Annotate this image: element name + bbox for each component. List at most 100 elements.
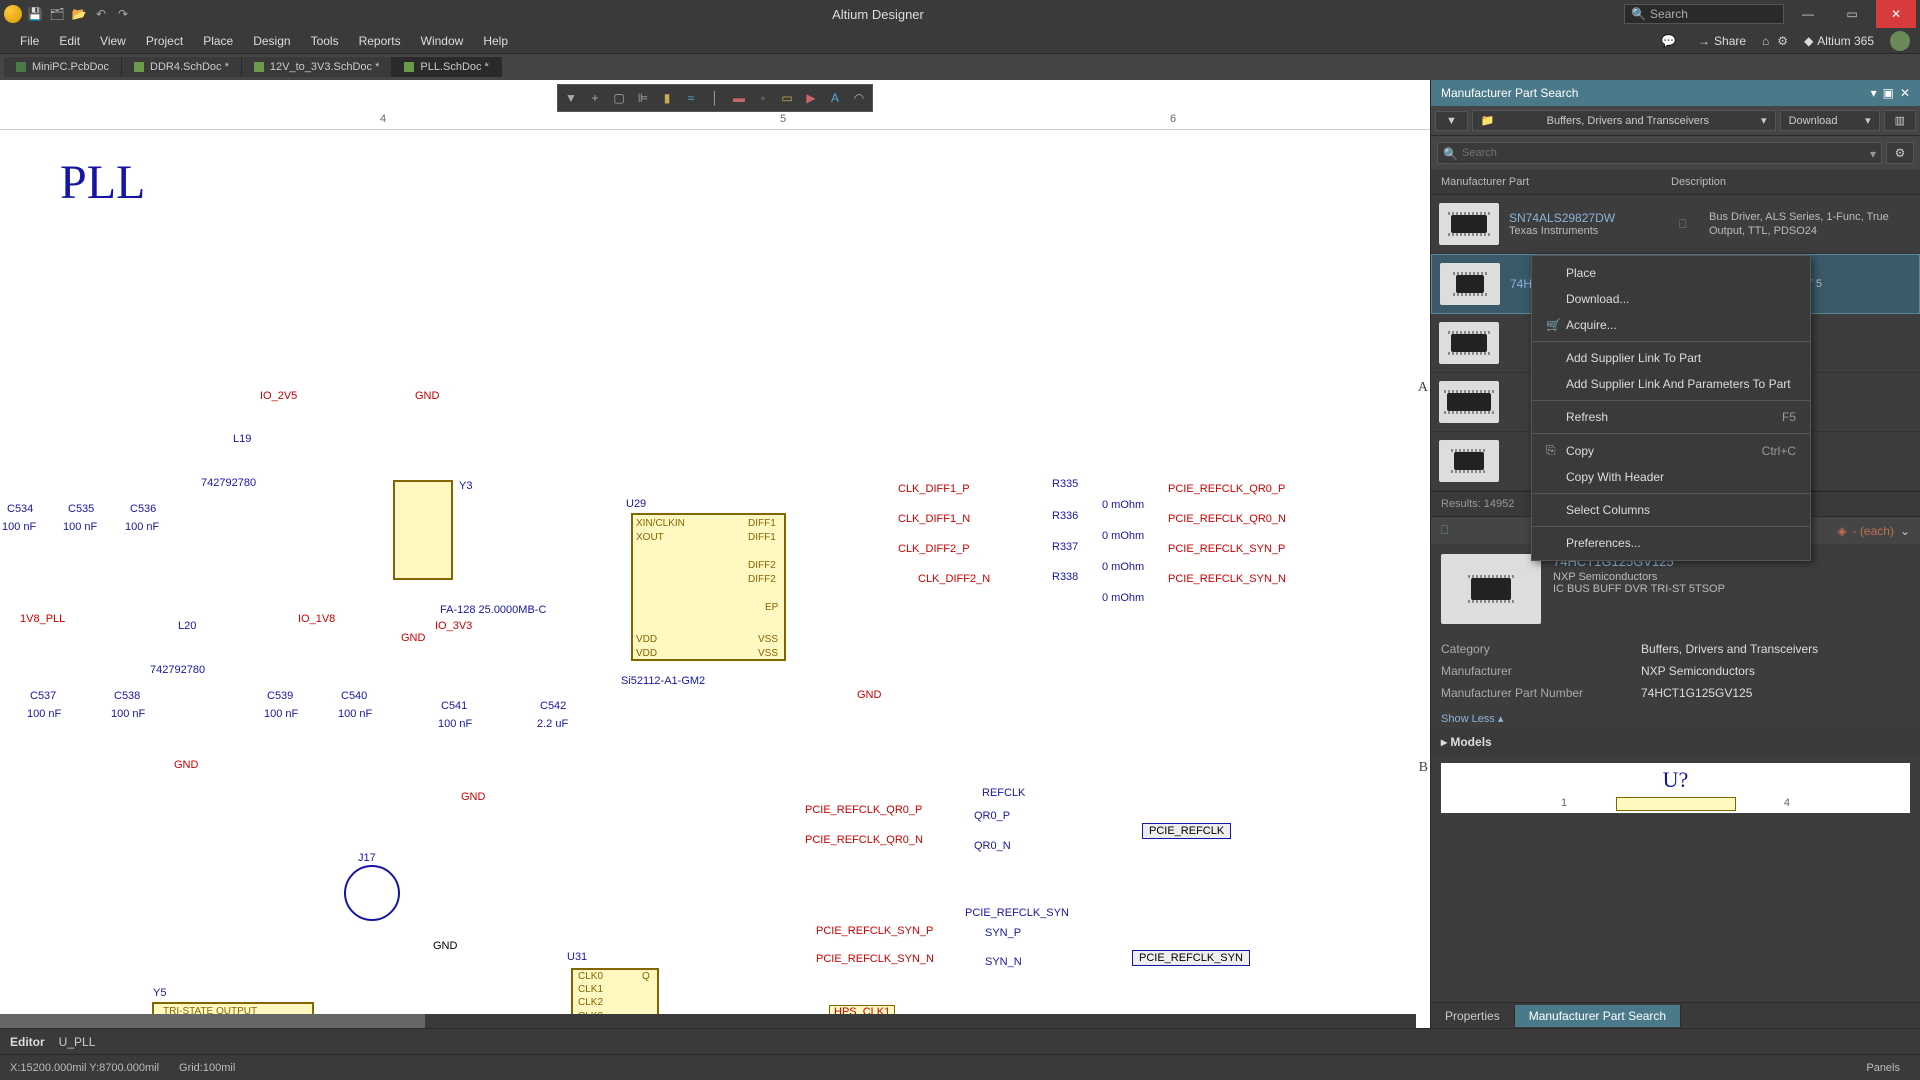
note-icon[interactable]: ▭ xyxy=(776,87,798,109)
ctx-acquire[interactable]: 🛒Acquire... xyxy=(1532,312,1810,338)
header-desc[interactable]: Description xyxy=(1671,176,1726,188)
user-avatar-icon[interactable] xyxy=(1890,31,1910,51)
select-icon[interactable]: ▢ xyxy=(608,87,630,109)
power-icon[interactable]: ◦ xyxy=(752,87,774,109)
tab-12v[interactable]: 12V_to_3V3.SchDoc * xyxy=(242,57,392,77)
save-icon[interactable]: 💾 xyxy=(26,5,44,23)
ctx-preferences[interactable]: Preferences... xyxy=(1532,530,1810,556)
ctx-add-link-params[interactable]: Add Supplier Link And Parameters To Part xyxy=(1532,371,1810,397)
panel-close-icon[interactable]: ✕ xyxy=(1900,86,1910,100)
model-preview[interactable]: U? 1 4 xyxy=(1441,763,1910,813)
panels-button[interactable]: Panels xyxy=(1856,1060,1910,1076)
ref-l19: L19 xyxy=(233,433,251,445)
ctx-sep xyxy=(1532,493,1810,494)
share-button[interactable]: → Share xyxy=(1690,32,1754,50)
tab-pll[interactable]: PLL.SchDoc * xyxy=(392,57,501,77)
menu-window[interactable]: Window xyxy=(411,30,474,52)
menu-edit[interactable]: Edit xyxy=(49,30,90,52)
ref-j17: J17 xyxy=(358,852,376,864)
tab-ddr4[interactable]: DDR4.SchDoc * xyxy=(122,57,242,77)
home-icon[interactable]: ⌂ xyxy=(1762,34,1769,48)
models-section[interactable]: ▸ Models xyxy=(1431,729,1920,755)
ctx-sep xyxy=(1532,400,1810,401)
panel-dropdown-icon[interactable]: ▾ xyxy=(1871,86,1877,100)
ctx-copy-header[interactable]: Copy With Header xyxy=(1532,464,1810,490)
comp-j17[interactable] xyxy=(344,865,400,921)
context-menu: Place Download... 🛒Acquire... Add Suppli… xyxy=(1531,255,1811,561)
ctx-copy[interactable]: ⎘CopyCtrl+C xyxy=(1532,437,1810,464)
ref-c536: C536 xyxy=(130,503,156,515)
ref-c538: C538 xyxy=(114,690,140,702)
part-icon[interactable]: ▬ xyxy=(728,87,750,109)
notification-icon[interactable]: 💬 xyxy=(1655,32,1682,50)
ctx-add-link[interactable]: Add Supplier Link To Part xyxy=(1532,345,1810,371)
menu-view[interactable]: View xyxy=(90,30,136,52)
search-settings-icon[interactable]: ⚙ xyxy=(1886,142,1914,164)
redo-icon[interactable]: ↷ xyxy=(114,5,132,23)
bus-icon[interactable]: │ xyxy=(704,87,726,109)
close-button[interactable]: ✕ xyxy=(1876,0,1916,28)
expand-icon[interactable]: ⌄ xyxy=(1900,524,1910,538)
ctx-place[interactable]: Place xyxy=(1532,260,1810,286)
directive-icon[interactable]: ▶ xyxy=(800,87,822,109)
layout-toggle-icon[interactable]: ▥ xyxy=(1884,110,1916,131)
arc-icon[interactable]: ◠ xyxy=(848,87,870,109)
show-less-link[interactable]: Show Less ▴ xyxy=(1431,708,1920,729)
highlight-icon[interactable]: ▮ xyxy=(656,87,678,109)
menu-tools[interactable]: Tools xyxy=(301,30,349,52)
part-search-input[interactable] xyxy=(1437,142,1882,164)
pin-q: Q xyxy=(642,971,650,982)
settings-icon[interactable]: ⚙ xyxy=(1777,34,1788,48)
list-header: Manufacturer Part Description xyxy=(1431,170,1920,195)
menu-place[interactable]: Place xyxy=(193,30,243,52)
ref-c537: C537 xyxy=(30,690,56,702)
editor-sheet[interactable]: U_PLL xyxy=(59,1035,96,1049)
ctx-select-cols[interactable]: Select Columns xyxy=(1532,497,1810,523)
tab-properties[interactable]: Properties xyxy=(1431,1005,1515,1027)
menu-reports[interactable]: Reports xyxy=(349,30,411,52)
search-dropdown-icon[interactable]: ▾ xyxy=(1870,147,1876,161)
text-icon[interactable]: A xyxy=(824,87,846,109)
filter-toggle-icon[interactable]: ▼ xyxy=(1435,111,1468,131)
panel-max-icon[interactable]: ▣ xyxy=(1883,86,1894,100)
menu-help[interactable]: Help xyxy=(473,30,518,52)
menu-design[interactable]: Design xyxy=(243,30,300,52)
menu-project[interactable]: Project xyxy=(136,30,193,52)
net-gnd2: GND xyxy=(401,632,425,644)
scrollbar-horizontal[interactable] xyxy=(0,1014,1416,1028)
tab-minipc[interactable]: MiniPC.PcbDoc xyxy=(4,57,122,77)
ctx-download[interactable]: Download... xyxy=(1532,286,1810,312)
net-qr0n: QR0_N xyxy=(974,840,1011,852)
minimize-button[interactable]: — xyxy=(1788,0,1828,28)
maximize-button[interactable]: ▭ xyxy=(1832,0,1872,28)
part-row[interactable]: SN74ALS29827DW Texas Instruments ⎕ Bus D… xyxy=(1431,195,1920,254)
open-icon[interactable]: 📂 xyxy=(70,5,88,23)
ctx-refresh[interactable]: RefreshF5 xyxy=(1532,404,1810,430)
comp-y3[interactable] xyxy=(393,480,453,580)
align-icon[interactable]: ⊫ xyxy=(632,87,654,109)
global-search[interactable]: 🔍 Search xyxy=(1624,4,1784,24)
ref-r338: R338 xyxy=(1052,571,1078,583)
header-part[interactable]: Manufacturer Part xyxy=(1441,176,1671,188)
parts-list[interactable]: SN74ALS29827DW Texas Instruments ⎕ Bus D… xyxy=(1431,195,1920,491)
altium365-button[interactable]: ◆ Altium 365 xyxy=(1796,32,1882,50)
editor-footer: Editor U_PLL xyxy=(0,1028,1920,1054)
tab-mps[interactable]: Manufacturer Part Search xyxy=(1515,1005,1681,1027)
ref-y3: Y3 xyxy=(459,480,472,492)
menu-file[interactable]: File xyxy=(10,30,49,52)
val-c541: 100 nF xyxy=(438,718,472,730)
download-dropdown[interactable]: Download ▾ xyxy=(1780,110,1880,131)
schematic-canvas[interactable]: ▼ + ▢ ⊫ ▮ ≈ │ ▬ ◦ ▭ ▶ A ◠ 4 5 6 PLL A B … xyxy=(0,80,1430,1028)
category-dropdown[interactable]: 📁 Buffers, Drivers and Transceivers ▾ xyxy=(1472,110,1776,131)
status-grid: Grid:100mil xyxy=(179,1062,235,1074)
filter-icon[interactable]: ▼ xyxy=(560,87,582,109)
save-all-icon[interactable]: 🗂 xyxy=(48,5,66,23)
net-pciesynp: PCIE_REFCLK_SYN_P xyxy=(1168,543,1285,555)
prop-mpn: Manufacturer Part Number74HCT1G125GV125 xyxy=(1441,682,1910,704)
search-icon: 🔍 xyxy=(1443,147,1458,161)
schematic-sheet[interactable]: PLL A B IO_2V5 GND 1V8_PLL IO_1V8 GND IO… xyxy=(0,130,1430,1028)
undo-icon[interactable]: ↶ xyxy=(92,5,110,23)
crosshair-icon[interactable]: + xyxy=(584,87,606,109)
net-icon[interactable]: ≈ xyxy=(680,87,702,109)
ref-y5: Y5 xyxy=(153,987,166,999)
